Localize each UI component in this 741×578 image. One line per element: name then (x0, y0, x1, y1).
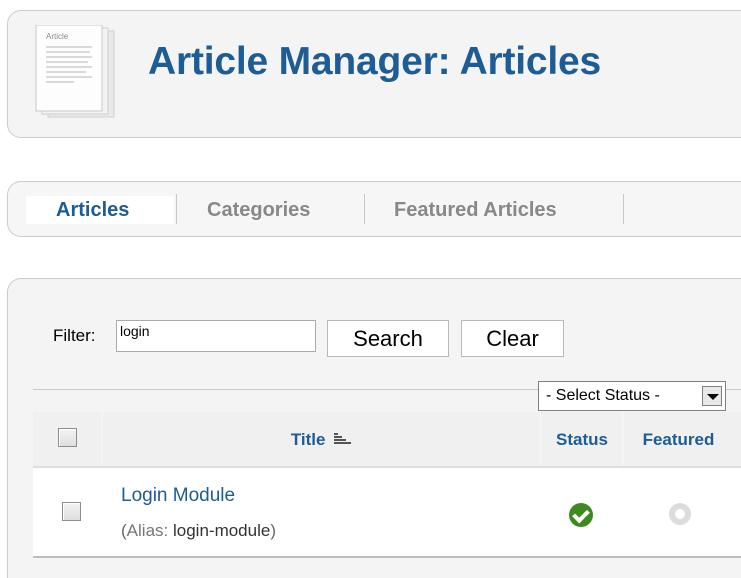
tab-articles[interactable]: Articles (26, 196, 174, 224)
sort-ascending-icon[interactable] (334, 432, 352, 446)
svg-text:Article: Article (46, 32, 69, 41)
page-title: Article Manager: Articles (148, 40, 602, 83)
filter-label: Filter: (53, 326, 96, 345)
tab-separator (364, 194, 365, 224)
clear-button[interactable]: Clear (461, 320, 564, 357)
tab-separator (176, 194, 177, 224)
tab-separator (623, 194, 624, 224)
column-header-status[interactable]: Status (542, 412, 622, 468)
status-filter-select[interactable]: - Select Status - (538, 381, 726, 411)
alias-close-paren: ) (270, 521, 276, 540)
column-title-label[interactable]: Title (291, 430, 326, 449)
not-featured-icon[interactable] (669, 503, 691, 525)
table-row (33, 468, 741, 556)
alias-label: Alias: (126, 521, 169, 540)
status-select-value: - Select Status - (546, 387, 660, 404)
tab-featured-articles[interactable]: Featured Articles (394, 200, 557, 222)
search-button[interactable]: Search (327, 320, 449, 357)
select-all-checkbox[interactable] (58, 428, 77, 447)
row-checkbox[interactable] (62, 502, 81, 521)
column-header-title[interactable]: Title (103, 412, 540, 468)
filter-search-input[interactable] (116, 320, 316, 352)
chevron-down-icon[interactable] (702, 386, 722, 406)
article-document-icon: Article (35, 25, 115, 118)
alias-value: login-module (172, 521, 271, 540)
page-header: Article Article Manager: Articles (7, 10, 741, 138)
article-title-link[interactable]: Login Module (121, 485, 235, 507)
published-check-icon[interactable] (569, 503, 593, 527)
article-alias: (Alias: login-module) (121, 521, 276, 541)
tab-categories[interactable]: Categories (207, 200, 310, 222)
column-header-featured[interactable]: Featured (624, 412, 741, 468)
table-row-divider (33, 556, 741, 558)
